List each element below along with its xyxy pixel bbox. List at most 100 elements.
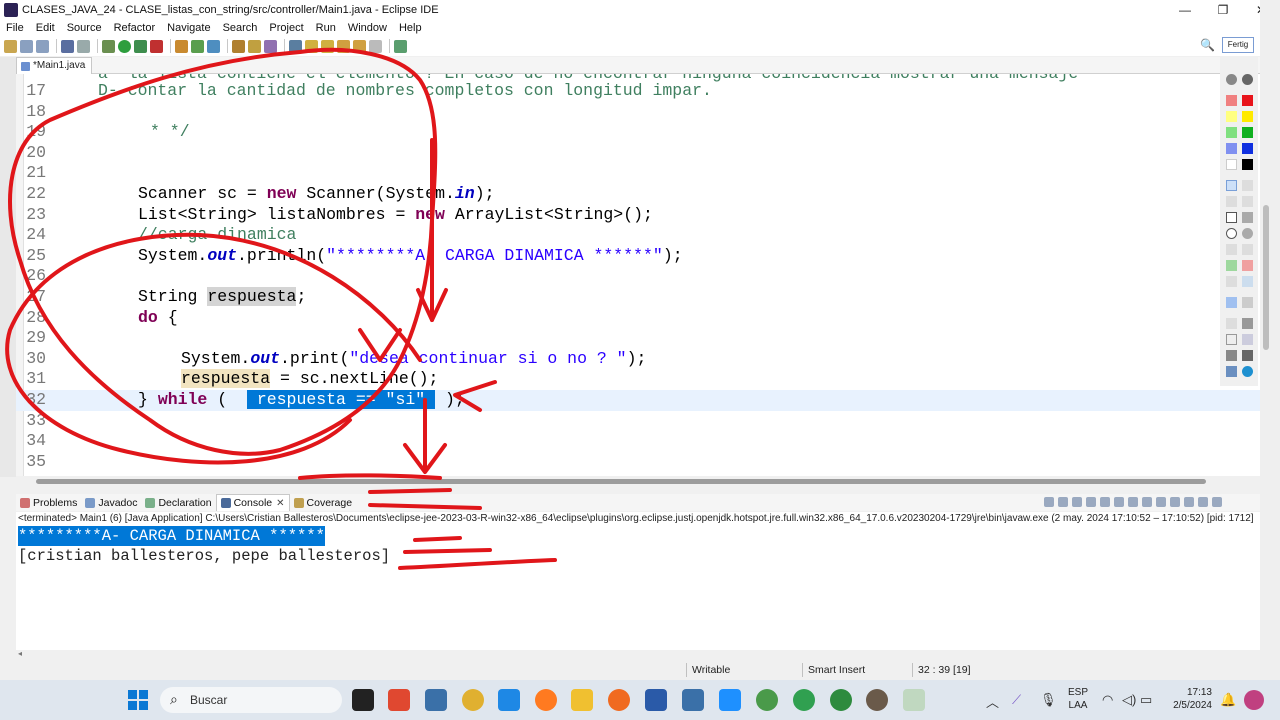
- coverage-icon[interactable]: [134, 39, 147, 53]
- highlighter-icon[interactable]: [1242, 180, 1253, 191]
- resize-arrow-icon[interactable]: [1226, 244, 1237, 255]
- minimize-view-icon[interactable]: [1198, 496, 1208, 507]
- volume-icon[interactable]: ◁): [1122, 692, 1136, 708]
- spring-tool-icon[interactable]: [830, 689, 852, 711]
- minimize-button[interactable]: —: [1166, 0, 1204, 20]
- anydesk-icon[interactable]: [388, 689, 410, 711]
- tab-javadoc[interactable]: Javadoc: [81, 494, 141, 511]
- save-all-icon[interactable]: [36, 39, 49, 53]
- last-edit-icon[interactable]: [337, 39, 350, 53]
- vscode-icon[interactable]: [498, 689, 520, 711]
- show-stdout-icon[interactable]: [1128, 496, 1138, 507]
- color-light-yellow-swatch[interactable]: [1226, 111, 1237, 122]
- file-explorer-icon[interactable]: [571, 689, 593, 711]
- pgadmin-icon[interactable]: [682, 689, 704, 711]
- start-button[interactable]: [128, 690, 148, 710]
- console-horizontal-scrollbar[interactable]: ◂: [16, 649, 1260, 660]
- ime-status-button[interactable]: Fertig: [1222, 37, 1254, 53]
- crop-icon[interactable]: [1226, 276, 1237, 287]
- external-tools-icon[interactable]: [150, 39, 163, 53]
- postman-icon[interactable]: [608, 689, 630, 711]
- annotation-icon[interactable]: [264, 39, 277, 53]
- remove-all-icon[interactable]: [1072, 496, 1082, 507]
- menu-edit[interactable]: Edit: [30, 22, 61, 34]
- open-console-icon[interactable]: [1184, 496, 1194, 507]
- line-tool-icon[interactable]: [1226, 196, 1237, 207]
- scroll-left-icon[interactable]: ◂: [18, 649, 22, 658]
- zoom-icon[interactable]: [1242, 276, 1253, 287]
- print-icon[interactable]: [1226, 350, 1237, 361]
- color-blue-swatch[interactable]: [1242, 143, 1253, 154]
- save-drawing-icon[interactable]: [1242, 350, 1253, 361]
- color-black-swatch[interactable]: [1242, 159, 1253, 170]
- scroll-lock-icon[interactable]: [1100, 496, 1110, 507]
- search-icon[interactable]: 🔍: [1200, 38, 1215, 52]
- new-icon[interactable]: [4, 39, 17, 53]
- word-icon[interactable]: [645, 689, 667, 711]
- paint-icon[interactable]: [903, 689, 925, 711]
- menu-run[interactable]: Run: [310, 22, 342, 34]
- color-light-blue-swatch[interactable]: [1226, 143, 1237, 154]
- run-icon[interactable]: [118, 39, 131, 53]
- color-white-swatch[interactable]: [1226, 159, 1237, 170]
- color-yellow-swatch[interactable]: [1242, 111, 1253, 122]
- selected-expression[interactable]: respuesta == "si": [246, 390, 436, 409]
- tab-problems[interactable]: Problems: [16, 494, 81, 511]
- arrow-tool-icon[interactable]: [1242, 196, 1253, 207]
- input-language[interactable]: ESP LAA: [1068, 686, 1088, 712]
- debug-icon[interactable]: [102, 39, 115, 53]
- trash-icon[interactable]: [1242, 318, 1253, 329]
- menu-project[interactable]: Project: [263, 22, 309, 34]
- copy-icon[interactable]: [1242, 334, 1253, 345]
- menu-navigate[interactable]: Navigate: [161, 22, 216, 34]
- maximize-view-icon[interactable]: [1212, 496, 1222, 507]
- menu-refactor[interactable]: Refactor: [108, 22, 162, 34]
- battery-icon[interactable]: ▭: [1140, 692, 1152, 708]
- text-tool-icon[interactable]: [1242, 244, 1253, 255]
- taskbar-search[interactable]: ⌕ Buscar: [160, 687, 342, 713]
- remove-launch-icon[interactable]: [1058, 496, 1068, 507]
- new-page-icon[interactable]: [1226, 334, 1237, 345]
- show-hidden-icons-icon[interactable]: ︿: [986, 692, 999, 711]
- pin-console-icon[interactable]: [1156, 496, 1166, 507]
- plus-icon[interactable]: [1226, 297, 1237, 308]
- filled-rectangle-icon[interactable]: [1242, 212, 1253, 223]
- menu-search[interactable]: Search: [217, 22, 264, 34]
- back-icon[interactable]: [353, 39, 366, 53]
- forward-icon[interactable]: [369, 39, 382, 53]
- terminal-icon[interactable]: [61, 39, 74, 53]
- settings-icon[interactable]: [1226, 366, 1237, 377]
- color-light-red-swatch[interactable]: [1226, 95, 1237, 106]
- clock[interactable]: 17:13 2/5/2024: [1156, 686, 1212, 712]
- chrome-profile-icon[interactable]: [756, 689, 778, 711]
- tab-main1-java[interactable]: *Main1.java: [16, 57, 93, 74]
- freehand-tool-icon[interactable]: [1226, 180, 1237, 191]
- store-icon[interactable]: [719, 689, 741, 711]
- new-package-icon[interactable]: [191, 39, 204, 53]
- menu-window[interactable]: Window: [342, 22, 393, 34]
- previous-annotation-icon[interactable]: [321, 39, 334, 53]
- info-icon[interactable]: [1242, 366, 1253, 377]
- pen-size-small-icon[interactable]: [1226, 74, 1237, 85]
- word-wrap-icon[interactable]: [1114, 496, 1124, 507]
- minus-icon[interactable]: [1242, 297, 1253, 308]
- rectangle-tool-icon[interactable]: [1226, 212, 1237, 223]
- gimp-icon[interactable]: [866, 689, 888, 711]
- pen-icon[interactable]: ⟋: [1012, 692, 1021, 708]
- color-red-swatch[interactable]: [1242, 95, 1253, 106]
- firefox-icon[interactable]: [535, 689, 557, 711]
- microphone-icon[interactable]: 🎙: [1040, 692, 1057, 708]
- save-icon[interactable]: [20, 39, 33, 53]
- restore-button[interactable]: ❐: [1204, 0, 1242, 20]
- search-toolbar-icon[interactable]: [248, 39, 261, 53]
- skip-breakpoints-icon[interactable]: [77, 39, 90, 53]
- color-light-green-swatch[interactable]: [1226, 127, 1237, 138]
- right-edge-scrollbar[interactable]: [1260, 0, 1280, 720]
- tab-declaration[interactable]: Declaration: [141, 494, 215, 511]
- clear-console-icon[interactable]: [1086, 496, 1096, 507]
- menu-source[interactable]: Source: [61, 22, 108, 34]
- chrome-dev-icon[interactable]: [793, 689, 815, 711]
- scrollbar-thumb[interactable]: [36, 479, 1206, 484]
- filled-ellipse-icon[interactable]: [1242, 228, 1253, 239]
- color-green-swatch[interactable]: [1242, 127, 1253, 138]
